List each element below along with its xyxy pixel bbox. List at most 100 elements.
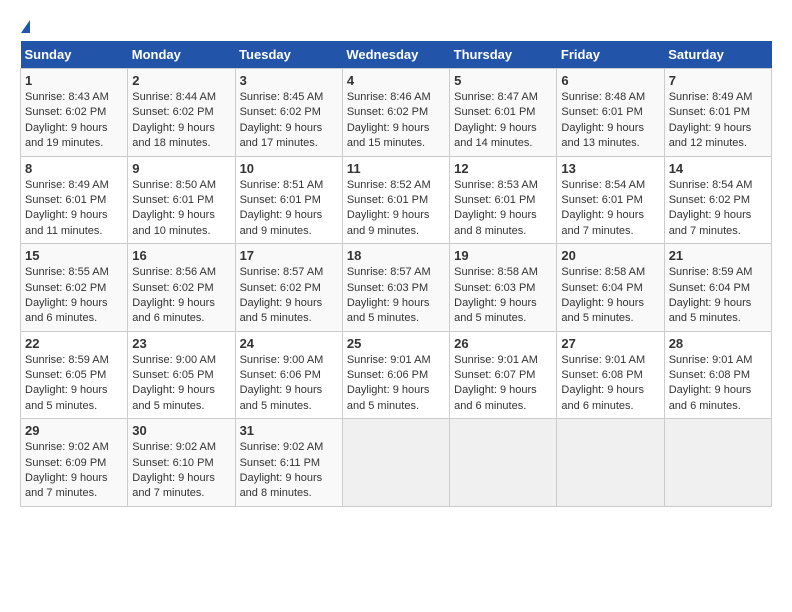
calendar-cell: 6 Sunrise: 8:48 AMSunset: 6:01 PMDaylight… xyxy=(557,69,664,157)
calendar-cell: 23 Sunrise: 9:00 AMSunset: 6:05 PMDayligh… xyxy=(128,331,235,419)
logo xyxy=(20,20,30,31)
calendar-cell: 3 Sunrise: 8:45 AMSunset: 6:02 PMDaylight… xyxy=(235,69,342,157)
calendar-cell: 14 Sunrise: 8:54 AMSunset: 6:02 PMDayligh… xyxy=(664,156,771,244)
calendar-week-3: 15 Sunrise: 8:55 AMSunset: 6:02 PMDayligh… xyxy=(21,244,772,332)
calendar-cell xyxy=(450,419,557,507)
day-info: Sunrise: 8:54 AMSunset: 6:02 PMDaylight:… xyxy=(669,178,767,240)
calendar-week-4: 22 Sunrise: 8:59 AMSunset: 6:05 PMDayligh… xyxy=(21,331,772,419)
weekday-saturday: Saturday xyxy=(664,41,771,69)
calendar-week-5: 29 Sunrise: 9:02 AMSunset: 6:09 PMDayligh… xyxy=(21,419,772,507)
calendar-cell: 31 Sunrise: 9:02 AMSunset: 6:11 PMDayligh… xyxy=(235,419,342,507)
calendar-cell: 24 Sunrise: 9:00 AMSunset: 6:06 PMDayligh… xyxy=(235,331,342,419)
calendar-cell: 10 Sunrise: 8:51 AMSunset: 6:01 PMDayligh… xyxy=(235,156,342,244)
calendar-week-1: 1Sunrise: 8:43 AMSunset: 6:02 PMDaylight… xyxy=(21,69,772,157)
day-number: 23 xyxy=(132,336,230,351)
logo-triangle-icon xyxy=(21,20,30,33)
day-number: 30 xyxy=(132,423,230,438)
day-number: 11 xyxy=(347,161,445,176)
day-number: 16 xyxy=(132,248,230,263)
day-number: 28 xyxy=(669,336,767,351)
calendar-cell: 8 Sunrise: 8:49 AMSunset: 6:01 PMDaylight… xyxy=(21,156,128,244)
day-info: Sunrise: 8:54 AMSunset: 6:01 PMDaylight:… xyxy=(561,178,659,240)
day-info: Sunrise: 9:01 AMSunset: 6:08 PMDaylight:… xyxy=(561,353,659,415)
day-info: Sunrise: 8:55 AMSunset: 6:02 PMDaylight:… xyxy=(25,265,123,327)
day-number: 6 xyxy=(561,73,659,88)
weekday-wednesday: Wednesday xyxy=(342,41,449,69)
day-number: 29 xyxy=(25,423,123,438)
calendar-cell: 1Sunrise: 8:43 AMSunset: 6:02 PMDaylight… xyxy=(21,69,128,157)
day-number: 12 xyxy=(454,161,552,176)
day-number: 8 xyxy=(25,161,123,176)
calendar-week-2: 8 Sunrise: 8:49 AMSunset: 6:01 PMDaylight… xyxy=(21,156,772,244)
day-number: 2 xyxy=(132,73,230,88)
weekday-tuesday: Tuesday xyxy=(235,41,342,69)
day-number: 25 xyxy=(347,336,445,351)
day-info: Sunrise: 8:46 AMSunset: 6:02 PMDaylight:… xyxy=(347,90,445,152)
weekday-friday: Friday xyxy=(557,41,664,69)
weekday-header-row: SundayMondayTuesdayWednesdayThursdayFrid… xyxy=(21,41,772,69)
calendar-cell: 29 Sunrise: 9:02 AMSunset: 6:09 PMDayligh… xyxy=(21,419,128,507)
day-info: Sunrise: 9:01 AMSunset: 6:07 PMDaylight:… xyxy=(454,353,552,415)
calendar-table: SundayMondayTuesdayWednesdayThursdayFrid… xyxy=(20,41,772,507)
calendar-cell: 12Sunrise: 8:53 AMSunset: 6:01 PMDayligh… xyxy=(450,156,557,244)
day-info: Sunrise: 8:59 AMSunset: 6:04 PMDaylight:… xyxy=(669,265,767,327)
day-number: 10 xyxy=(240,161,338,176)
day-info: Sunrise: 8:52 AMSunset: 6:01 PMDaylight:… xyxy=(347,178,445,240)
day-info: Sunrise: 8:47 AMSunset: 6:01 PMDaylight:… xyxy=(454,90,552,152)
day-info: Sunrise: 8:58 AMSunset: 6:04 PMDaylight:… xyxy=(561,265,659,327)
day-info: Sunrise: 9:02 AMSunset: 6:09 PMDaylight:… xyxy=(25,440,123,502)
day-info: Sunrise: 9:02 AMSunset: 6:10 PMDaylight:… xyxy=(132,440,230,502)
day-info: Sunrise: 8:56 AMSunset: 6:02 PMDaylight:… xyxy=(132,265,230,327)
day-number: 18 xyxy=(347,248,445,263)
calendar-cell: 22 Sunrise: 8:59 AMSunset: 6:05 PMDayligh… xyxy=(21,331,128,419)
day-number: 27 xyxy=(561,336,659,351)
day-info: Sunrise: 9:00 AMSunset: 6:05 PMDaylight:… xyxy=(132,353,230,415)
day-info: Sunrise: 9:01 AMSunset: 6:06 PMDaylight:… xyxy=(347,353,445,415)
day-number: 17 xyxy=(240,248,338,263)
day-number: 14 xyxy=(669,161,767,176)
calendar-cell: 2 Sunrise: 8:44 AMSunset: 6:02 PMDaylight… xyxy=(128,69,235,157)
day-info: Sunrise: 8:43 AMSunset: 6:02 PMDaylight:… xyxy=(25,90,123,152)
day-info: Sunrise: 8:49 AMSunset: 6:01 PMDaylight:… xyxy=(669,90,767,152)
day-number: 24 xyxy=(240,336,338,351)
day-info: Sunrise: 8:45 AMSunset: 6:02 PMDaylight:… xyxy=(240,90,338,152)
calendar-cell: 17 Sunrise: 8:57 AMSunset: 6:02 PMDayligh… xyxy=(235,244,342,332)
calendar-cell: 15 Sunrise: 8:55 AMSunset: 6:02 PMDayligh… xyxy=(21,244,128,332)
calendar-cell: 28 Sunrise: 9:01 AMSunset: 6:08 PMDayligh… xyxy=(664,331,771,419)
day-info: Sunrise: 8:58 AMSunset: 6:03 PMDaylight:… xyxy=(454,265,552,327)
day-info: Sunrise: 8:44 AMSunset: 6:02 PMDaylight:… xyxy=(132,90,230,152)
calendar-cell xyxy=(557,419,664,507)
calendar-cell: 5Sunrise: 8:47 AMSunset: 6:01 PMDaylight… xyxy=(450,69,557,157)
day-info: Sunrise: 8:57 AMSunset: 6:03 PMDaylight:… xyxy=(347,265,445,327)
day-number: 26 xyxy=(454,336,552,351)
day-number: 13 xyxy=(561,161,659,176)
day-info: Sunrise: 8:59 AMSunset: 6:05 PMDaylight:… xyxy=(25,353,123,415)
day-number: 9 xyxy=(132,161,230,176)
day-number: 22 xyxy=(25,336,123,351)
calendar-cell: 9Sunrise: 8:50 AMSunset: 6:01 PMDaylight… xyxy=(128,156,235,244)
day-info: Sunrise: 8:49 AMSunset: 6:01 PMDaylight:… xyxy=(25,178,123,240)
day-info: Sunrise: 9:00 AMSunset: 6:06 PMDaylight:… xyxy=(240,353,338,415)
calendar-cell: 26 Sunrise: 9:01 AMSunset: 6:07 PMDayligh… xyxy=(450,331,557,419)
calendar-cell xyxy=(664,419,771,507)
calendar-cell: 18 Sunrise: 8:57 AMSunset: 6:03 PMDayligh… xyxy=(342,244,449,332)
calendar-cell: 19Sunrise: 8:58 AMSunset: 6:03 PMDayligh… xyxy=(450,244,557,332)
day-info: Sunrise: 8:57 AMSunset: 6:02 PMDaylight:… xyxy=(240,265,338,327)
day-info: Sunrise: 8:48 AMSunset: 6:01 PMDaylight:… xyxy=(561,90,659,152)
day-info: Sunrise: 8:51 AMSunset: 6:01 PMDaylight:… xyxy=(240,178,338,240)
calendar-cell: 13 Sunrise: 8:54 AMSunset: 6:01 PMDayligh… xyxy=(557,156,664,244)
day-number: 15 xyxy=(25,248,123,263)
day-info: Sunrise: 9:02 AMSunset: 6:11 PMDaylight:… xyxy=(240,440,338,502)
calendar-cell: 30 Sunrise: 9:02 AMSunset: 6:10 PMDayligh… xyxy=(128,419,235,507)
calendar-cell: 21 Sunrise: 8:59 AMSunset: 6:04 PMDayligh… xyxy=(664,244,771,332)
calendar-cell xyxy=(342,419,449,507)
header xyxy=(20,20,772,31)
calendar-cell: 4Sunrise: 8:46 AMSunset: 6:02 PMDaylight… xyxy=(342,69,449,157)
day-number: 31 xyxy=(240,423,338,438)
day-number: 21 xyxy=(669,248,767,263)
day-number: 20 xyxy=(561,248,659,263)
day-info: Sunrise: 9:01 AMSunset: 6:08 PMDaylight:… xyxy=(669,353,767,415)
weekday-sunday: Sunday xyxy=(21,41,128,69)
calendar-cell: 16 Sunrise: 8:56 AMSunset: 6:02 PMDayligh… xyxy=(128,244,235,332)
day-number: 3 xyxy=(240,73,338,88)
